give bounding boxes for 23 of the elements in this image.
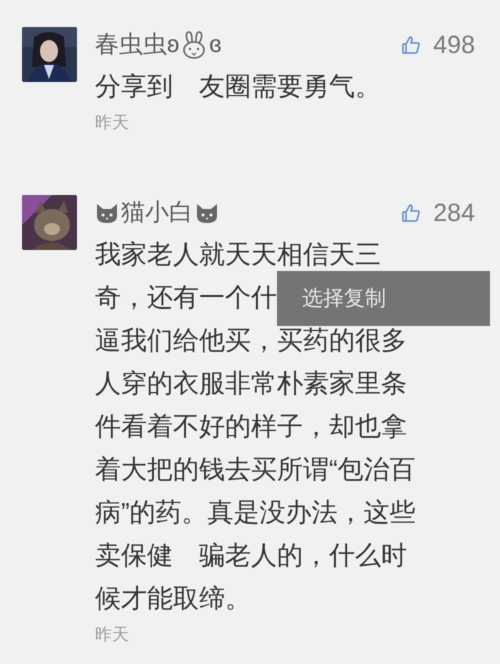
comment-text-line: 候才能取缔。 xyxy=(95,582,251,615)
like-count: 498 xyxy=(433,32,475,58)
thumbs-up-icon[interactable] xyxy=(401,35,422,55)
comment-text-line: 逼我们给他买，买药的很多 xyxy=(95,324,407,357)
comment-text-line: 着大把的钱去买所谓“包治百 xyxy=(95,453,416,486)
user-name[interactable]: 春虫虫ʚ xyxy=(95,33,180,57)
comment-text-line: 分享到 友圈需要勇气。 xyxy=(95,70,381,103)
user-name[interactable]: 猫小白 xyxy=(121,201,193,225)
cat-icon xyxy=(95,202,119,224)
user-name[interactable]: ɞ xyxy=(209,33,222,57)
copy-popup[interactable]: 选择复制 xyxy=(277,271,490,326)
comment-time: 昨天 xyxy=(95,624,130,646)
rabbit-icon xyxy=(181,31,208,59)
comment-text-line: 病”的药。真是没办法，这些 xyxy=(95,496,416,529)
comment-text-line: 奇，还有一个什 xyxy=(95,281,277,314)
comment-time: 昨天 xyxy=(95,112,130,134)
thumbs-up-icon[interactable] xyxy=(401,203,422,223)
like-count: 284 xyxy=(433,200,475,226)
cat-icon xyxy=(195,202,219,224)
comment-text-line: 卖保健 骗老人的，什么时 xyxy=(95,539,407,572)
comment-text-line: 件看着不好的样子，却也拿 xyxy=(95,410,407,443)
comment-text-line: 我家老人就天天相信天三 xyxy=(95,238,381,271)
comment-text-line: 人穿的衣服非常朴素家里条 xyxy=(95,367,407,400)
